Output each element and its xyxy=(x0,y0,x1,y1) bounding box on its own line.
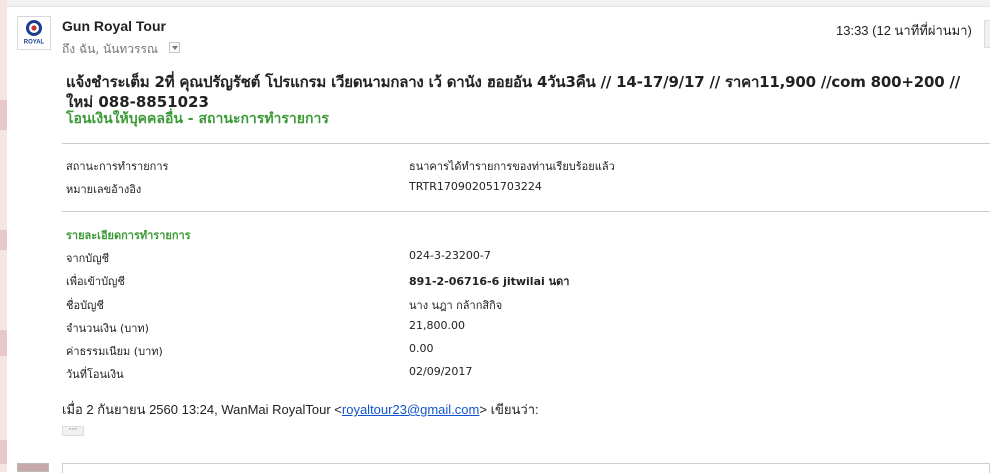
details-heading: รายละเอียดการทำรายการ xyxy=(66,229,191,242)
status-label: สถานะการทำรายการ xyxy=(66,160,169,173)
sender-name[interactable]: Gun Royal Tour xyxy=(62,18,166,34)
sender-email-link[interactable]: royaltour23@gmail.com xyxy=(342,402,479,417)
reply-avatar xyxy=(17,463,49,472)
show-trimmed-content-button[interactable]: ··· xyxy=(62,426,84,436)
fee-label: ค่าธรรมเนียม (บาท) xyxy=(66,345,163,358)
sender-avatar[interactable]: ROYAL xyxy=(17,16,51,50)
fee-value: 0.00 xyxy=(409,342,434,355)
amount-value: 21,800.00 xyxy=(409,319,465,332)
amount-label: จำนวนเงิน (บาท) xyxy=(66,322,149,335)
show-details-dropdown-icon[interactable] xyxy=(169,42,180,53)
from-account-label: จากบัญชี xyxy=(66,252,110,265)
to-account-label: เพื่อเข้าบัญชี xyxy=(66,275,125,288)
recipients-line: ถึง ฉัน, นันทวรรณ xyxy=(62,42,159,56)
to-account-value: 891-2-06716-6 jitwilai นดา xyxy=(409,275,570,288)
top-border xyxy=(0,0,990,7)
from-account-value: 024-3-23200-7 xyxy=(409,249,491,262)
status-value: ธนาคารได้ทำรายการของท่านเรียบร้อยแล้ว xyxy=(409,160,615,173)
quoted-header: เมื่อ 2 กันยายน 2560 13:24, WanMai Royal… xyxy=(62,399,539,420)
reference-value: TRTR170902051703224 xyxy=(409,180,542,193)
left-accent-strip xyxy=(0,0,7,472)
divider xyxy=(62,211,990,212)
transfer-date-value: 02/09/2017 xyxy=(409,365,473,378)
message-actions-toolbar[interactable] xyxy=(984,20,990,48)
transfer-date-label: วันที่โอนเงิน xyxy=(66,368,124,381)
quote-prefix: เมื่อ 2 กันยายน 2560 13:24, WanMai Royal… xyxy=(62,402,342,417)
royal-logo-icon: ROYAL xyxy=(22,20,46,46)
account-name-value: นาง นฎา กล้ากสิกิจ xyxy=(409,299,503,312)
message-timestamp: 13:33 (12 นาทีที่ผ่านมา) xyxy=(836,23,972,38)
quote-suffix: > เขียนว่า: xyxy=(479,402,539,417)
account-name-label: ชื่อบัญชี xyxy=(66,299,104,312)
transfer-status-title: โอนเงินให้บุคคลอื่น - สถานะการทำรายการ xyxy=(66,111,329,127)
svg-text:ROYAL: ROYAL xyxy=(24,40,45,46)
divider xyxy=(62,143,990,144)
reference-label: หมายเลขอ้างอิง xyxy=(66,183,142,196)
